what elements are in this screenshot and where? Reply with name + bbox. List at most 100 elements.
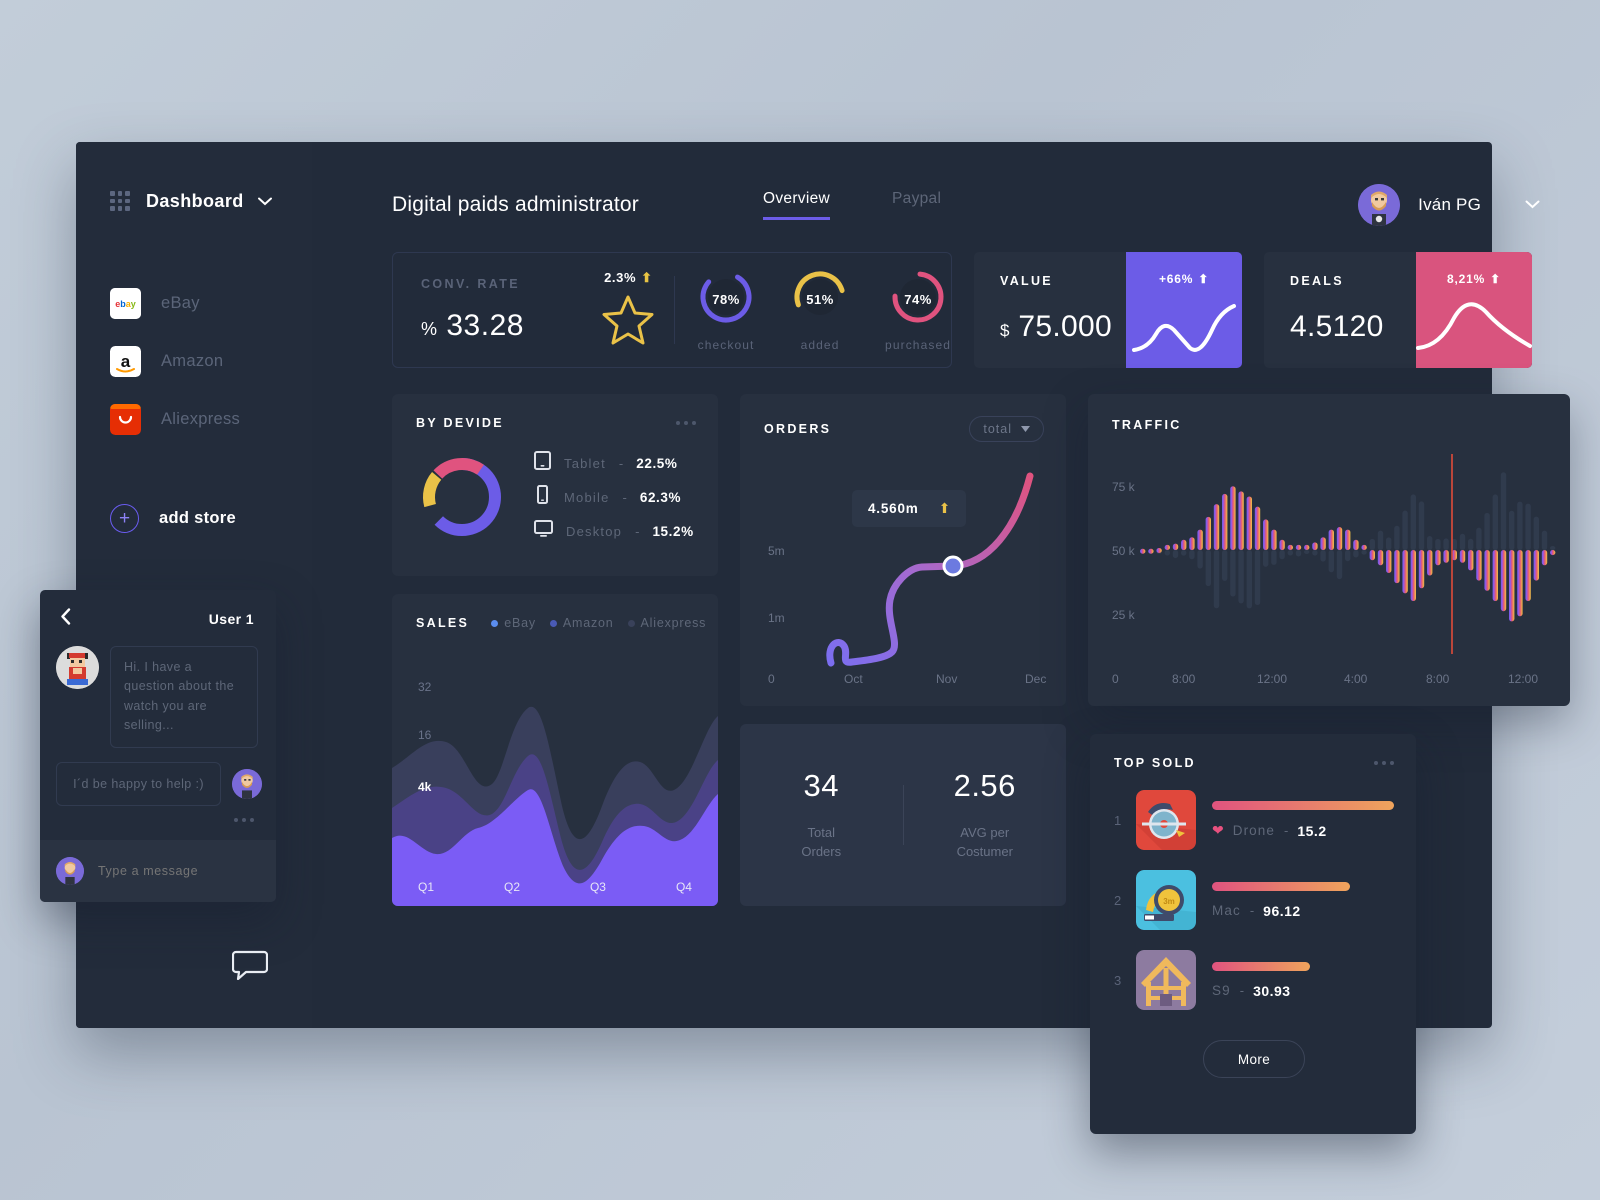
- device-name: Tablet: [564, 455, 606, 471]
- progress-bar: [1212, 801, 1394, 810]
- tab-overview[interactable]: Overview: [763, 190, 831, 220]
- rank-label: 1: [1114, 812, 1122, 828]
- traffic-x-label: 12:00: [1257, 672, 1288, 686]
- sidebar-item-label: Aliexpress: [161, 409, 241, 428]
- stat-label: Total Orders: [801, 825, 842, 859]
- avatar: [56, 857, 84, 885]
- device-name: Desktop: [566, 523, 623, 539]
- add-store-button[interactable]: + add store: [76, 504, 312, 533]
- orders-stats-panel: 34 Total Orders 2.56 AVG per Costumer: [740, 724, 1066, 906]
- store-list: ebay eBay a Amazon Aliexpress: [76, 274, 312, 448]
- kpi-label: DEALS: [1290, 274, 1344, 288]
- rank-label: 3: [1114, 972, 1122, 988]
- ring-percent: 74%: [904, 292, 932, 307]
- chat-user-name: User 1: [208, 611, 254, 627]
- chat-message-input[interactable]: [98, 864, 260, 878]
- dashboard-switcher[interactable]: Dashboard: [76, 184, 312, 218]
- chat-bubble-text: I´d be happy to help :): [56, 761, 221, 806]
- item-value: 30.93: [1253, 982, 1291, 999]
- ring-group: 78% checkout 51% added 74% purchased: [697, 268, 951, 352]
- device-name: Mobile: [564, 489, 610, 505]
- tab-paypal[interactable]: Paypal: [892, 190, 941, 220]
- kpi-badge: 8,21% ⬆: [1416, 252, 1532, 286]
- stat-total-orders: 34 Total Orders: [740, 768, 903, 862]
- chat-message-outgoing: I´d be happy to help :): [40, 748, 276, 806]
- stat-avg-per-customer: 2.56 AVG per Costumer: [904, 768, 1067, 862]
- traffic-x-label: 8:00: [1426, 672, 1450, 686]
- mobile-icon: [534, 485, 551, 509]
- panel-column-left: BY DEVIDE Tablet - 22.5% Mobile - 62.3% …: [392, 394, 718, 906]
- sidebar-item-amazon[interactable]: a Amazon: [76, 332, 312, 390]
- list-item: Mobile - 62.3%: [534, 480, 694, 514]
- sidebar-item-ebay[interactable]: ebay eBay: [76, 274, 312, 332]
- legend-item-aliexpress: Aliexpress: [627, 616, 707, 630]
- orders-y-label: 1m: [768, 611, 785, 625]
- sales-x-label: Q3: [589, 880, 606, 894]
- list-item[interactable]: 3 S9 - 30.93: [1114, 950, 1394, 1010]
- ring-added: 51% added: [791, 268, 849, 352]
- more-button[interactable]: More: [1203, 1040, 1305, 1078]
- star-icon: [601, 294, 655, 351]
- topbar: Digital paids administrator Overview Pay…: [312, 182, 1570, 228]
- by-device-panel: BY DEVIDE Tablet - 22.5% Mobile - 62.3% …: [392, 394, 718, 576]
- kpi-currency: $: [1000, 321, 1010, 340]
- traffic-y-label: 75 k: [1112, 480, 1135, 494]
- more-options-icon[interactable]: [1374, 761, 1394, 765]
- kpi-number: 75.000: [1018, 310, 1112, 343]
- conv-rate-delta: 2.3% ⬆: [604, 270, 653, 286]
- tab-bar: Overview Paypal: [763, 190, 941, 220]
- chat-bubble-icon[interactable]: [231, 950, 269, 981]
- list-item[interactable]: 1 ❤ Drone - 15.2: [1114, 790, 1394, 850]
- user-name: Iván PG: [1418, 195, 1481, 214]
- ring-chart: 74%: [889, 268, 947, 331]
- sales-x-label: Q4: [675, 880, 692, 894]
- kpi-card-deals: DEALS 4.5120 8,21% ⬆: [1264, 252, 1532, 368]
- conv-rate-value: % 33.28: [421, 309, 587, 343]
- stat-value: 34: [803, 768, 839, 804]
- chevron-down-icon[interactable]: [257, 197, 272, 206]
- user-chevron-down-icon[interactable]: [1525, 196, 1540, 214]
- plus-icon: +: [110, 504, 139, 533]
- device-legend: Tablet - 22.5% Mobile - 62.3% Desktop - …: [534, 446, 694, 548]
- list-item[interactable]: 2 3m Mac - 96.12: [1114, 870, 1394, 930]
- panel-title: SALES: [416, 616, 470, 630]
- device-value: 15.2%: [652, 523, 694, 539]
- sales-x-label: Q1: [418, 880, 435, 894]
- user-menu[interactable]: Iván PG: [1358, 184, 1540, 226]
- chat-input-row[interactable]: [40, 840, 276, 902]
- arrow-up-icon: ⬆: [1198, 272, 1210, 286]
- sales-area-chart: 32 16 4k Q1 Q2 Q3 Q4: [392, 656, 718, 906]
- orders-x-label: Dec: [1025, 672, 1047, 686]
- svg-text:a: a: [121, 352, 131, 371]
- orders-highlight-point: [942, 555, 964, 577]
- sales-x-label: Q2: [503, 880, 520, 894]
- kpi-number: 4.5120: [1290, 310, 1384, 343]
- sidebar-item-label: eBay: [161, 293, 200, 312]
- more-options-icon[interactable]: [676, 421, 696, 425]
- top-sold-panel: TOP SOLD 1 ❤ Drone - 15.2 2 3m Mac - 96.…: [1090, 734, 1416, 1134]
- kpi-value: $ 75.000: [1000, 310, 1126, 344]
- ring-purchased: 74% purchased: [885, 268, 951, 352]
- ring-checkout: 78% checkout: [697, 268, 755, 352]
- app-window: Dashboard ebay eBay a Amazon Aliexpress …: [76, 142, 1570, 1134]
- panel-title: TOP SOLD: [1114, 756, 1196, 770]
- conversion-rate-card: CONV. RATE % 33.28 2.3% ⬆ 78% checkout 5…: [392, 252, 952, 368]
- sidebar-item-aliexpress[interactable]: Aliexpress: [76, 390, 312, 448]
- device-donut-chart: [423, 458, 501, 536]
- heart-icon[interactable]: ❤: [1212, 822, 1224, 839]
- sales-panel: SALES eBay Amazon Aliexpress 32 16 4k Q1…: [392, 594, 718, 906]
- desktop-icon: [534, 519, 553, 543]
- traffic-bar-chart: [1140, 454, 1556, 654]
- sales-y-label: 32: [418, 680, 432, 694]
- svg-text:ebay: ebay: [115, 299, 136, 309]
- traffic-x-label: 4:00: [1344, 672, 1368, 686]
- typing-indicator: [40, 806, 276, 822]
- divider: [674, 276, 676, 344]
- stat-value: 2.56: [953, 768, 1016, 804]
- kpi-row: CONV. RATE % 33.28 2.3% ⬆ 78% checkout 5…: [312, 252, 1570, 368]
- item-value: 15.2: [1297, 822, 1327, 839]
- back-icon[interactable]: [60, 608, 71, 630]
- orders-x-label: Oct: [844, 672, 863, 686]
- progress-bar: [1212, 881, 1351, 891]
- panel-title: BY DEVIDE: [416, 416, 504, 430]
